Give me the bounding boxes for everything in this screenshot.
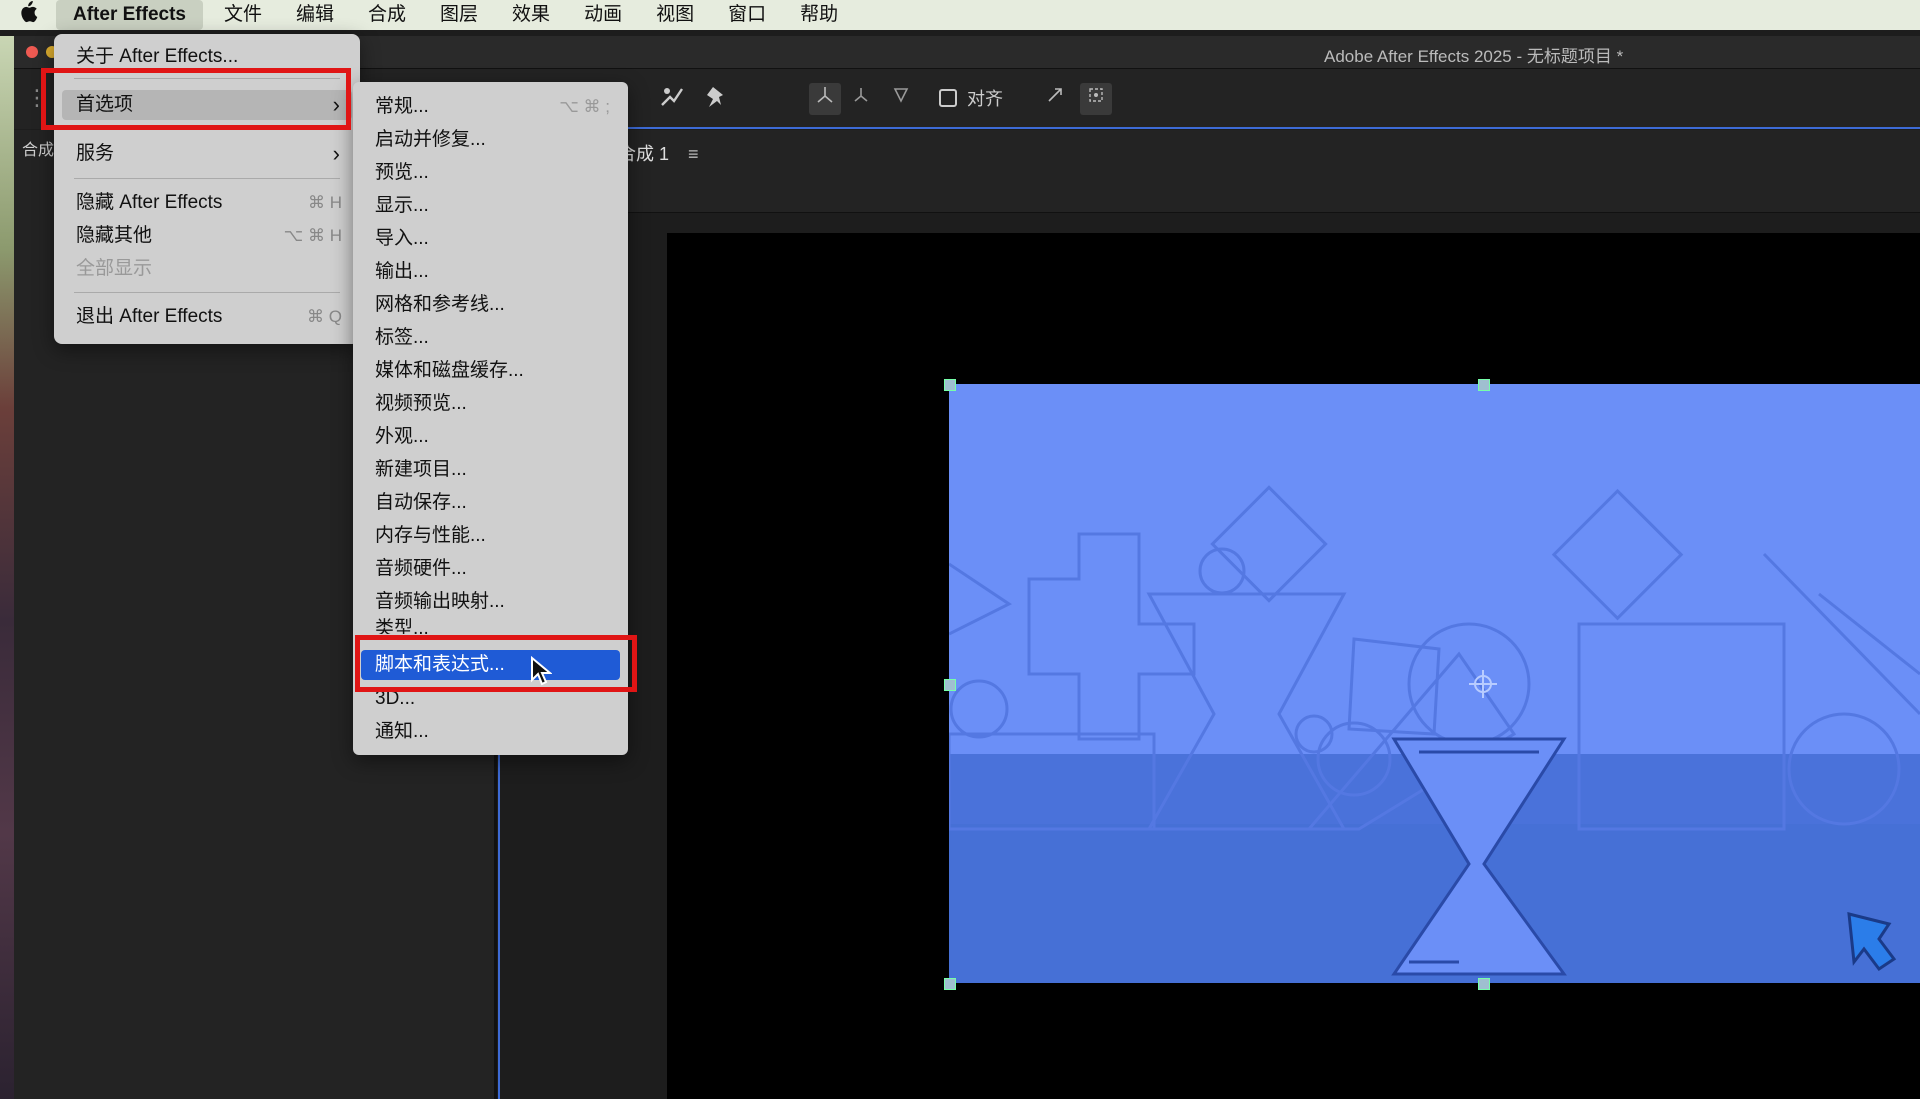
submenu-item-label: 输出... [375, 261, 429, 282]
window-title: Adobe After Effects 2025 - 无标题项目 * [1324, 47, 1624, 66]
menu-item-shortcut: ⌥ ⌘ H [283, 226, 342, 245]
submenu-item-label: 显示... [375, 195, 429, 216]
menubar-item-effect[interactable]: 效果 [495, 0, 567, 30]
submenu-item-label: 常规... [375, 96, 429, 117]
submenu-item-output[interactable]: 输出... [361, 257, 620, 287]
composition-frame[interactable] [949, 384, 1920, 983]
menu-item-label: 退出 After Effects [76, 306, 223, 327]
submenu-item-label: 预览... [375, 162, 429, 183]
submenu-item-label: 网格和参考线... [375, 294, 505, 315]
menu-item-label: 隐藏其他 [76, 225, 153, 246]
submenu-item-label: 媒体和磁盘缓存... [375, 360, 524, 381]
menubar-item-layer[interactable]: 图层 [423, 0, 495, 30]
menu-item-label: 隐藏 After Effects [76, 192, 223, 213]
annotation-highlight-scripting [355, 635, 637, 692]
composition-artwork [949, 384, 1920, 983]
menu-item-hide-others[interactable]: 隐藏其他 ⌥ ⌘ H [62, 221, 352, 251]
submenu-item-notifications[interactable]: 通知... [361, 717, 620, 747]
menubar-item-edit[interactable]: 编辑 [279, 0, 351, 30]
submenu-item-grids-guides[interactable]: 网格和参考线... [361, 290, 620, 320]
composition-tab[interactable]: 合成 1 ≡ [618, 140, 699, 166]
submenu-item-import[interactable]: 导入... [361, 224, 620, 254]
submenu-item-shortcut: ⌥ ⌘ ; [559, 97, 610, 116]
apple-menu-icon[interactable] [0, 1, 56, 29]
menu-item-services[interactable]: 服务 › [62, 139, 352, 169]
submenu-item-label: 标签... [375, 327, 429, 348]
submenu-item-previews[interactable]: 预览... [361, 158, 620, 188]
snapping-checkbox[interactable] [939, 89, 957, 107]
submenu-item-label: 自动保存... [375, 492, 467, 513]
snapping-toggle[interactable]: 对齐 [939, 85, 1003, 111]
menubar-item-view[interactable]: 视图 [639, 0, 711, 30]
roto-brush-tool-icon[interactable] [657, 83, 687, 113]
project-panel-tab[interactable]: 合成 [22, 136, 54, 160]
annotation-highlight-preferences [41, 68, 351, 130]
menu-separator [74, 178, 340, 179]
snap-edge-icon[interactable] [1040, 83, 1070, 113]
local-axis-mode-button[interactable] [809, 83, 841, 115]
submenu-item-video-preview[interactable]: 视频预览... [361, 389, 620, 419]
menubar-item-help[interactable]: 帮助 [783, 0, 855, 30]
menu-item-shortcut: ⌘ H [308, 193, 342, 212]
menu-item-label: 全部显示 [76, 258, 153, 279]
transform-handle[interactable] [944, 978, 956, 990]
submenu-item-startup-repair[interactable]: 启动并修复... [361, 125, 620, 155]
submenu-item-media-cache[interactable]: 媒体和磁盘缓存... [361, 356, 620, 386]
menu-item-label: 关于 After Effects... [76, 46, 239, 67]
menubar: After Effects 文件 编辑 合成 图层 效果 动画 视图 窗口 帮助 [0, 0, 1920, 30]
menubar-item-after-effects[interactable]: After Effects [56, 0, 203, 30]
snapping-label: 对齐 [967, 89, 1003, 109]
submenu-item-audio-hardware[interactable]: 音频硬件... [361, 554, 620, 584]
submenu-item-label: 启动并修复... [375, 129, 486, 150]
panel-focus-line [614, 127, 1920, 129]
menu-item-quit[interactable]: 退出 After Effects ⌘ Q [62, 302, 352, 332]
submenu-item-label: 新建项目... [375, 459, 467, 480]
submenu-item-label: 类型... [375, 618, 429, 634]
menu-item-label: 服务 [76, 143, 115, 164]
menu-item-hide-ae[interactable]: 隐藏 After Effects ⌘ H [62, 188, 352, 218]
puppet-pin-tool-icon[interactable] [702, 83, 732, 113]
menubar-item-window[interactable]: 窗口 [711, 0, 783, 30]
submenu-item-label: 音频输出映射... [375, 591, 505, 612]
submenu-item-label: 通知... [375, 721, 429, 742]
panel-menu-icon[interactable]: ≡ [688, 144, 699, 164]
submenu-item-labels[interactable]: 标签... [361, 323, 620, 353]
submenu-item-audio-output-mapping[interactable]: 音频输出映射... [361, 587, 620, 617]
submenu-item-new-project[interactable]: 新建项目... [361, 455, 620, 485]
transform-handle[interactable] [1478, 978, 1490, 990]
view-axis-mode-icon[interactable] [886, 83, 916, 113]
submenu-item-display[interactable]: 显示... [361, 191, 620, 221]
submenu-item-memory-performance[interactable]: 内存与性能... [361, 521, 620, 551]
submenu-item-label: 视频预览... [375, 393, 467, 414]
submenu-item-type[interactable]: 类型... [361, 614, 620, 634]
world-axis-mode-icon[interactable] [846, 83, 876, 113]
desktop-wallpaper [0, 36, 14, 1099]
submenu-item-label: 外观... [375, 426, 429, 447]
transform-handle[interactable] [944, 679, 956, 691]
transform-handle[interactable] [1478, 379, 1490, 391]
menubar-item-composition[interactable]: 合成 [351, 0, 423, 30]
menu-separator [74, 292, 340, 293]
close-window-button[interactable] [26, 46, 38, 58]
submenu-item-appearance[interactable]: 外观... [361, 422, 620, 452]
menubar-item-animation[interactable]: 动画 [567, 0, 639, 30]
menu-item-shortcut: ⌘ Q [307, 307, 342, 326]
submenu-item-label: 内存与性能... [375, 525, 486, 546]
snap-features-button[interactable] [1080, 83, 1112, 115]
submenu-item-general[interactable]: 常规... ⌥ ⌘ ; [361, 92, 620, 122]
chevron-right-icon: › [332, 141, 340, 166]
menubar-item-file[interactable]: 文件 [207, 0, 279, 30]
composition-panel-header: 合成 1 ≡ [498, 130, 1920, 213]
submenu-item-auto-save[interactable]: 自动保存... [361, 488, 620, 518]
transform-handle[interactable] [944, 379, 956, 391]
submenu-item-label: 音频硬件... [375, 558, 467, 579]
submenu-item-label: 导入... [375, 228, 429, 249]
menu-item-show-all: 全部显示 [62, 254, 352, 284]
mouse-cursor-icon [530, 655, 553, 691]
